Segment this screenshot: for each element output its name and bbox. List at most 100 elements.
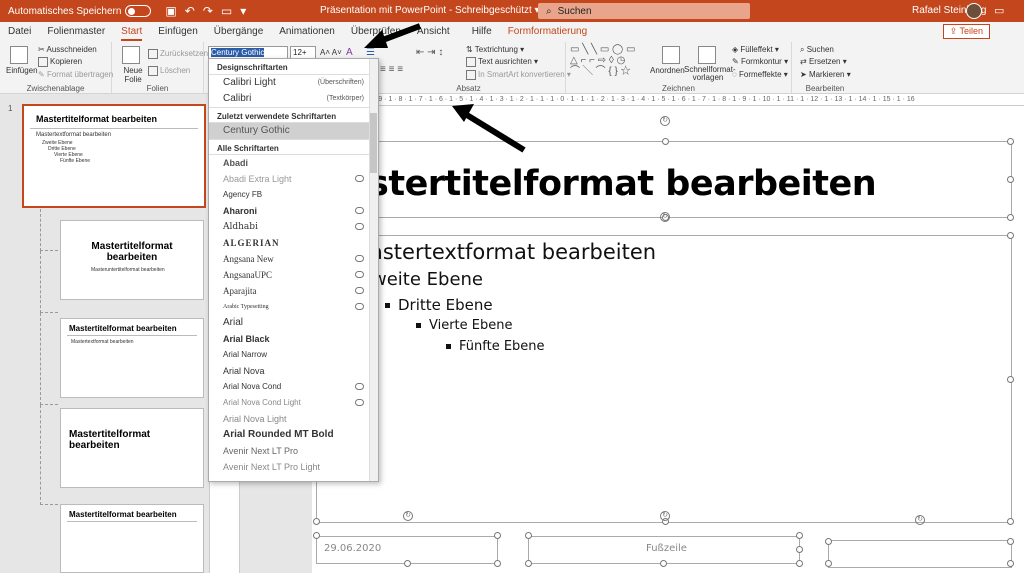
smartart-button[interactable]: In SmartArt konvertieren ▾	[466, 70, 571, 80]
resize-handle[interactable]	[525, 560, 532, 567]
resize-handle[interactable]	[1007, 138, 1014, 145]
body-level-1[interactable]: astertextformat bearbeiten	[370, 240, 656, 264]
resize-handle[interactable]	[796, 546, 803, 553]
resize-handle[interactable]	[796, 532, 803, 539]
format-painter-button[interactable]: ✎ Format übertragen	[38, 70, 113, 79]
cut-button[interactable]: ✂ Ausschneiden	[38, 45, 97, 54]
paste-button[interactable]: Einfügen	[6, 66, 38, 75]
font-option[interactable]: Arial Nova Cond Light	[209, 395, 378, 411]
resize-handle[interactable]	[313, 518, 320, 525]
delete-slide-button[interactable]: Löschen	[148, 66, 190, 76]
resize-handle[interactable]	[825, 538, 832, 545]
resize-handle[interactable]	[313, 532, 320, 539]
font-option-calibri[interactable]: Calibri (Textkörper)	[209, 91, 378, 107]
font-option[interactable]: Aparajita	[209, 283, 378, 299]
font-option[interactable]: Avenir Next LT Pro Light	[209, 459, 378, 475]
thumbnail-layout-content[interactable]: Mastertitelformat bearbeiten Mastertextf…	[60, 318, 204, 398]
font-option[interactable]: Angsana New	[209, 251, 378, 267]
font-option[interactable]: Arial	[209, 315, 378, 331]
font-option-century-gothic[interactable]: Century Gothic	[209, 123, 378, 139]
font-option[interactable]: Arial Narrow	[209, 347, 378, 363]
new-slide-button[interactable]: Neue Folie	[118, 66, 148, 84]
customize-qat-icon[interactable]: ▾	[240, 4, 246, 18]
resize-handle[interactable]	[1007, 518, 1014, 525]
font-option[interactable]: Aldhabi	[209, 219, 378, 235]
select-button[interactable]: ➤ Markieren ▾	[800, 70, 851, 79]
font-dropdown[interactable]: Designschriftarten Calibri Light (Übersch…	[208, 58, 379, 482]
font-option[interactable]: Avenir Next LT Pro	[209, 443, 378, 459]
rotate-handle-icon[interactable]: ↻	[403, 511, 413, 521]
font-option[interactable]: AngsanaUPC	[209, 267, 378, 283]
resize-handle[interactable]	[1007, 376, 1014, 383]
tab-datei[interactable]: Datei	[0, 22, 39, 42]
resize-handle[interactable]	[662, 138, 669, 145]
replace-button[interactable]: ⇄ Ersetzen ▾	[800, 57, 847, 66]
new-slide-icon[interactable]	[122, 46, 140, 64]
font-option-calibri-light[interactable]: Calibri Light (Überschriften)	[209, 75, 378, 91]
quick-styles-button[interactable]: Schnellformat-vorlagen	[684, 66, 736, 82]
resize-handle[interactable]	[494, 532, 501, 539]
tab-folienmaster[interactable]: Folienmaster	[39, 22, 113, 42]
slide-thumbnail-pane[interactable]: 1 Mastertitelformat bearbeiten Mastertex…	[0, 94, 210, 573]
search-input[interactable]: ⌕ Suchen	[538, 3, 750, 19]
copy-button[interactable]: Kopieren	[38, 57, 82, 67]
slide-title[interactable]: stertitelformat bearbeiten	[368, 164, 877, 204]
share-button[interactable]: ⇪ Teilen	[942, 24, 990, 39]
resize-handle[interactable]	[1007, 560, 1014, 567]
tab-ansicht[interactable]: Ansicht	[409, 22, 458, 42]
grow-font-icon[interactable]: A˄ A˅	[320, 48, 342, 57]
font-option[interactable]: Abadi	[209, 155, 378, 171]
resize-handle[interactable]	[1007, 214, 1014, 221]
font-option[interactable]: Arial Nova Cond	[209, 379, 378, 395]
shapes-gallery[interactable]: ▭ ╲ ╲ ▭ ◯ ▭ △ ⌐ ⌐ ⇨ ◊ ◷ ⌒ ╲ ⌒ { } ☆	[570, 44, 635, 77]
paste-icon[interactable]	[10, 46, 28, 64]
thumbnail-layout-section[interactable]: Mastertitelformat bearbeiten	[60, 408, 204, 488]
shape-fill-button[interactable]: ◈ Fülleffekt ▾	[732, 45, 779, 54]
resize-handle[interactable]	[525, 532, 532, 539]
thumbnail-master[interactable]: Mastertitelformat bearbeiten Mastertextf…	[22, 104, 206, 208]
reset-button[interactable]: Zurücksetzen	[148, 49, 208, 59]
rotate-handle-icon[interactable]: ↻	[915, 515, 925, 525]
rotate-handle-icon[interactable]: ↻	[660, 116, 670, 126]
text-direction-button[interactable]: ⇅ Textrichtung ▾	[466, 45, 524, 54]
undo-icon[interactable]: ↶	[185, 4, 195, 18]
dropdown-scrollbar[interactable]	[369, 59, 378, 481]
quick-styles-icon[interactable]	[698, 46, 716, 64]
arrange-icon[interactable]	[662, 46, 680, 64]
tab-ueberpruefen[interactable]: Überprüfen	[343, 22, 409, 42]
body-level-3[interactable]: Dritte Ebene	[385, 296, 493, 314]
ribbon-display-options-icon[interactable]: ▭	[994, 4, 1004, 17]
resize-handle[interactable]	[796, 560, 803, 567]
font-option[interactable]: Arial Rounded MT Bold	[209, 427, 378, 443]
redo-icon[interactable]: ↷	[203, 4, 213, 18]
resize-handle[interactable]	[404, 560, 411, 567]
font-option[interactable]: Aharoni	[209, 203, 378, 219]
resize-handle[interactable]	[1007, 176, 1014, 183]
font-option[interactable]: Arabic Typesetting	[209, 299, 378, 315]
save-icon[interactable]: ▣	[165, 4, 176, 18]
body-level-5[interactable]: Fünfte Ebene	[446, 339, 545, 354]
arrange-button[interactable]: Anordnen	[650, 66, 685, 75]
scrollbar-thumb[interactable]	[370, 113, 377, 173]
body-level-4[interactable]: Vierte Ebene	[416, 318, 513, 333]
font-option[interactable]: Arial Nova Light	[209, 411, 378, 427]
toggle-switch-icon[interactable]	[125, 5, 152, 17]
tab-animationen[interactable]: Animationen	[271, 22, 343, 42]
rotate-handle-icon[interactable]: ↻	[660, 212, 670, 222]
resize-handle[interactable]	[494, 560, 501, 567]
tab-einfuegen[interactable]: Einfügen	[150, 22, 205, 42]
thumbnail-layout-title[interactable]: Mastertitelformat bearbeiten Masterunter…	[60, 220, 204, 300]
tab-start[interactable]: Start	[113, 22, 150, 42]
font-option[interactable]: Agency FB	[209, 187, 378, 203]
avatar[interactable]	[966, 3, 982, 19]
resize-handle[interactable]	[660, 560, 667, 567]
rotate-handle-icon[interactable]: ↻	[660, 511, 670, 521]
font-option[interactable]: Arial Black	[209, 331, 378, 347]
body-level-2[interactable]: weite Ebene	[372, 269, 483, 290]
shape-effects-button[interactable]: ◌ Formeffekte ▾	[732, 70, 788, 79]
font-option[interactable]: Abadi Extra Light	[209, 171, 378, 187]
thumbnail-layout-two-content[interactable]: Mastertitelformat bearbeiten	[60, 504, 204, 573]
start-from-beginning-icon[interactable]: ▭	[221, 4, 232, 18]
tab-uebergaenge[interactable]: Übergänge	[206, 22, 271, 42]
autosave-toggle[interactable]: Automatisches Speichern	[8, 5, 152, 17]
